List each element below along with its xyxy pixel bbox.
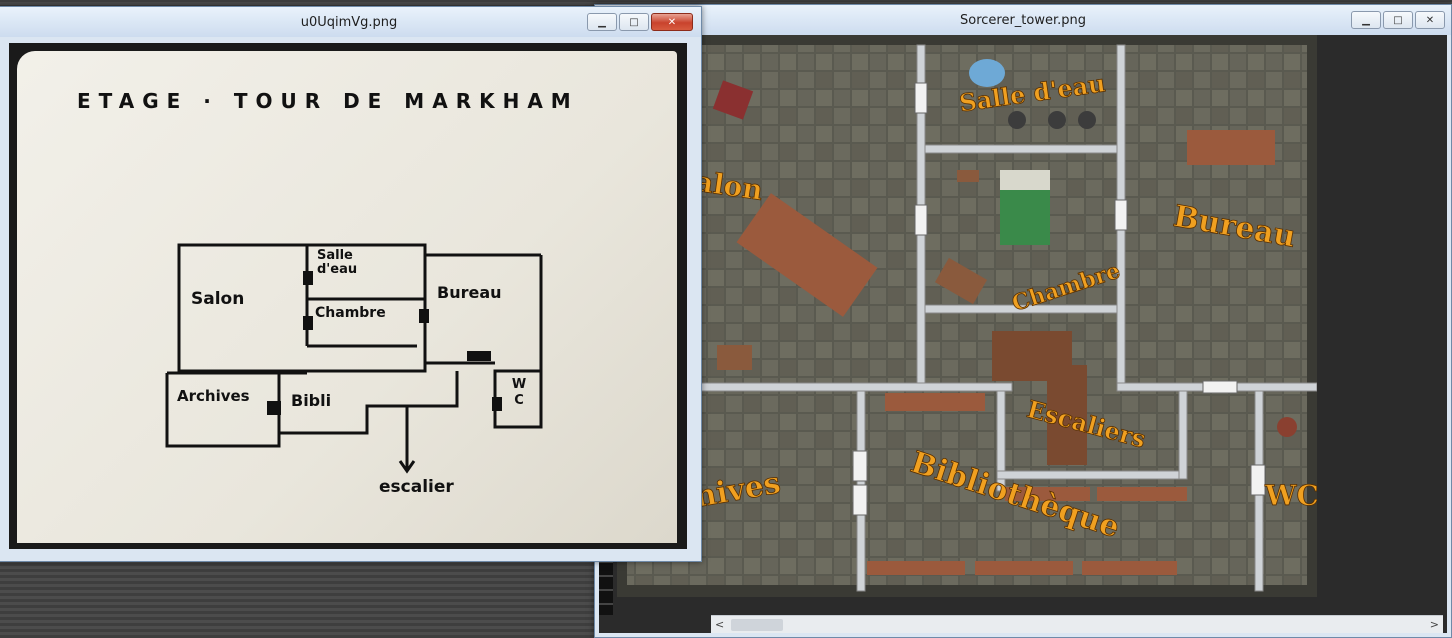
right-client-area: Salle d'eau Salon Bureau Chambre Escalie… [599,35,1447,633]
title-bar-right[interactable]: Sorcerer_tower.png ▁ □ ✕ [595,5,1451,35]
sketch-room-salon: Salon [191,289,245,309]
scroll-left-icon[interactable]: < [715,618,724,631]
scroll-right-icon[interactable]: > [1430,618,1439,631]
scrollbar-thumb[interactable] [731,619,783,631]
tower-map-svg: Salle d'eau Salon Bureau Chambre Escalie… [610,35,1319,597]
sketch-room-archives: Archives [177,387,250,405]
minimize-button-right[interactable]: ▁ [1351,11,1381,29]
tower-map-image[interactable]: Salle d'eau Salon Bureau Chambre Escalie… [610,35,1319,597]
close-icon: ✕ [1425,14,1435,26]
sketch-room-bureau: Bureau [437,283,502,302]
minimize-button-left[interactable]: ▁ [587,13,617,31]
maximize-icon: □ [1393,14,1403,26]
close-icon: ✕ [667,16,677,28]
close-button-right[interactable]: ✕ [1415,11,1445,29]
floor-plan-sketch [165,243,543,474]
maximize-button-right[interactable]: □ [1383,11,1413,29]
maximize-icon: □ [629,16,639,28]
horizontal-scrollbar[interactable]: < > [711,615,1443,633]
sketch-paper-photo[interactable]: ETAGE · TOUR DE MARKHAM Salon Salle d'ea… [17,51,677,543]
left-client-area: ETAGE · TOUR DE MARKHAM Salon Salle d'ea… [9,43,687,549]
sketch-room-chambre: Chambre [315,305,386,321]
map-label-wc: WC [1264,479,1317,512]
sketch-stairs-label: escalier [379,477,454,497]
sketch-room-salle-deau: Salle d'eau [317,248,358,278]
image-viewer-window-left: u0UqimVg.png ▁ □ ✕ ETAGE · TOUR DE MARKH… [0,6,702,562]
sketch-room-bibli: Bibli [291,391,332,410]
sketch-heading: ETAGE · TOUR DE MARKHAM [77,89,579,113]
minimize-icon: ▁ [598,16,606,28]
sketch-room-wc: W C [511,377,527,408]
maximize-button-left[interactable]: □ [619,13,649,31]
title-bar-left[interactable]: u0UqimVg.png ▁ □ ✕ [0,7,701,37]
close-button-left[interactable]: ✕ [651,13,693,31]
window-title-right: Sorcerer_tower.png [959,13,1087,28]
minimize-icon: ▁ [1362,14,1370,26]
image-viewer-window-right: Sorcerer_tower.png ▁ □ ✕ Salle d'eau Sal… [594,4,1452,638]
